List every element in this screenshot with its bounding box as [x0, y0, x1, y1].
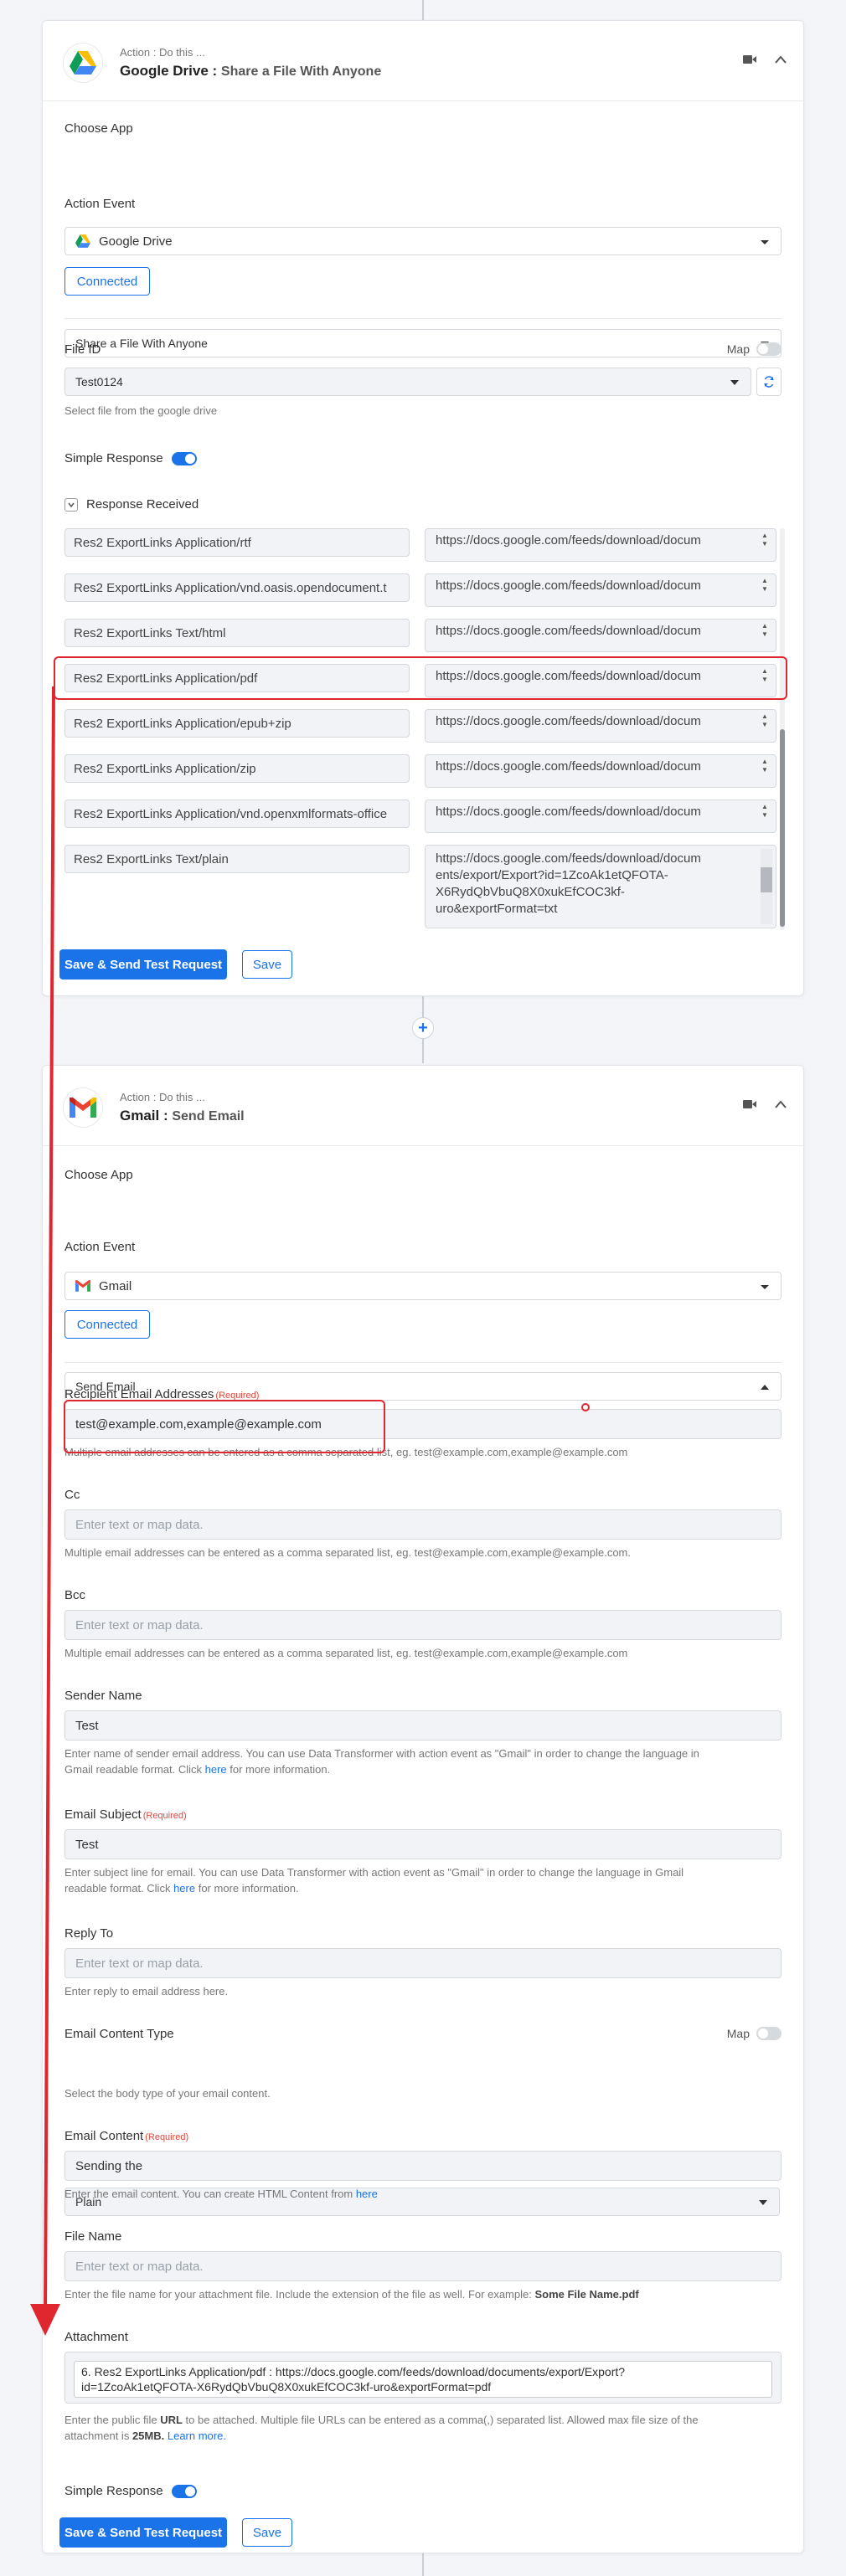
- drag-arrow: [30, 686, 60, 2336]
